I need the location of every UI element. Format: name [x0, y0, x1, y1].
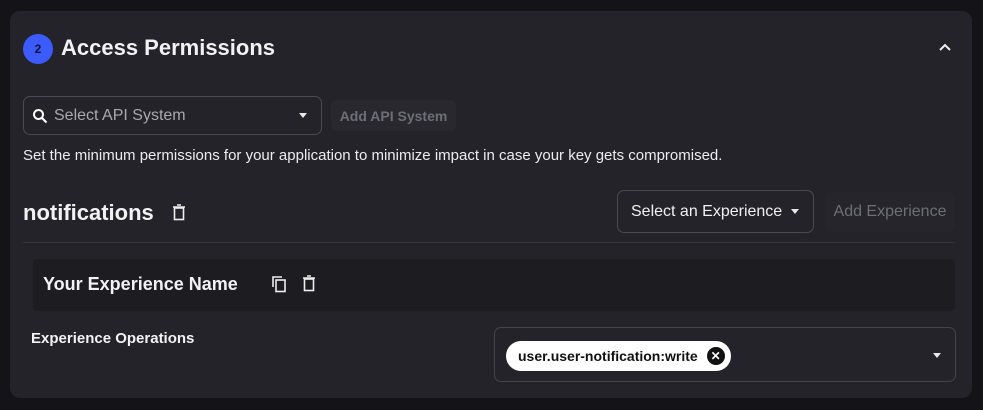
experience-operations-label: Experience Operations	[31, 330, 195, 347]
select-api-system-placeholder: Select API System	[54, 106, 186, 124]
chevron-up-icon[interactable]	[936, 39, 954, 57]
api-group-name: notifications	[23, 200, 154, 225]
search-icon	[33, 108, 48, 123]
select-experience-dropdown[interactable]: Select an Experience	[617, 190, 814, 233]
section-title: Access Permissions	[61, 35, 276, 60]
add-api-system-button[interactable]: Add API System	[331, 100, 456, 131]
divider	[23, 242, 955, 243]
operation-chip: user.user-notification:write ✕	[506, 341, 731, 371]
access-permissions-panel: 2 Access Permissions Select API System A…	[10, 11, 972, 398]
trash-icon[interactable]	[172, 204, 186, 221]
remove-chip-icon[interactable]: ✕	[706, 347, 725, 365]
select-experience-label: Select an Experience	[631, 202, 783, 220]
select-api-system-input[interactable]: Select API System	[23, 96, 322, 135]
experience-card: Your Experience Name	[33, 259, 955, 311]
permissions-description: Set the minimum permissions for your app…	[23, 147, 723, 164]
copy-icon[interactable]	[271, 275, 287, 293]
operation-chip-label: user.user-notification:write	[518, 348, 698, 364]
add-experience-button[interactable]: Add Experience	[825, 192, 955, 232]
trash-icon[interactable]	[302, 275, 316, 292]
step-badge: 2	[23, 34, 53, 64]
caret-down-icon	[299, 113, 307, 118]
experience-name: Your Experience Name	[43, 274, 238, 294]
experience-operations-select[interactable]: user.user-notification:write ✕	[494, 327, 956, 382]
caret-down-icon	[933, 353, 941, 358]
caret-down-icon	[791, 209, 799, 214]
